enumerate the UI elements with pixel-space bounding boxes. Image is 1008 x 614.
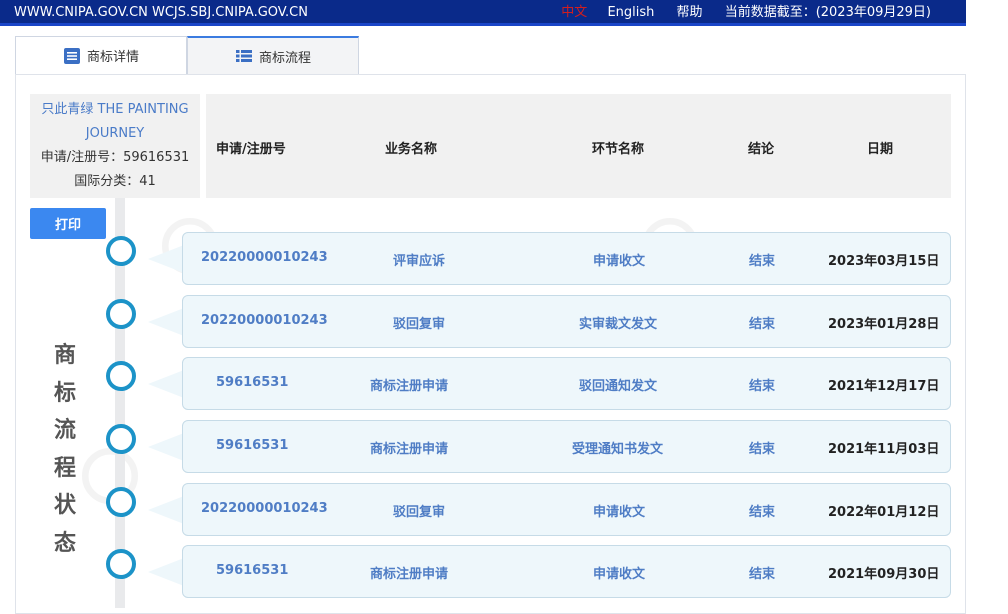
row-date: 2023年03月15日	[828, 254, 940, 269]
process-row: 59616531 商标注册申请 受理通知书发文 结束 2021年11月03日	[182, 420, 951, 473]
row-date: 2021年09月30日	[828, 567, 940, 582]
header-business-name: 业务名称	[385, 142, 438, 157]
trademark-info-box: 只此青绿 THE PAINTING JOURNEY 申请/注册号：5961653…	[30, 94, 200, 198]
row-date: 2023年01月28日	[828, 317, 940, 332]
row-step: 驳回通知发文	[579, 379, 658, 394]
process-row: 59616531 商标注册申请 驳回通知发文 结束 2021年12月17日	[182, 357, 951, 410]
row-result: 结束	[749, 442, 776, 457]
data-as-of: 当前数据截至：(2023年09月29日)	[724, 5, 931, 20]
timeline-pointer	[148, 433, 184, 461]
row-result: 结束	[749, 505, 776, 520]
tab-label: 商标详情	[86, 50, 139, 65]
row-business: 商标注册申请	[370, 379, 449, 394]
row-step: 受理通知书发文	[572, 442, 664, 457]
row-reg-no[interactable]: 20220000010243	[201, 313, 328, 328]
row-business: 评审应诉	[393, 254, 446, 269]
row-result: 结束	[749, 317, 776, 332]
row-reg-no[interactable]: 20220000010243	[201, 501, 328, 516]
side-title-char: 态	[53, 530, 76, 556]
timeline-pointer	[148, 308, 184, 336]
timeline-dot	[106, 299, 136, 329]
side-title: 商 标 流 程 状 态	[50, 337, 80, 562]
header-date: 日期	[867, 142, 894, 157]
process-row: 20220000010243 驳回复审 实审裁文发文 结束 2023年01月28…	[182, 295, 951, 348]
help-link[interactable]: 帮助	[677, 5, 703, 20]
tab-trademark-process[interactable]: 商标流程	[187, 36, 359, 74]
row-business: 商标注册申请	[370, 442, 449, 457]
timeline-pointer	[148, 558, 184, 586]
tab-label: 商标流程	[258, 50, 311, 66]
table-header: 申请/注册号 业务名称 环节名称 结论 日期	[206, 94, 951, 198]
row-reg-no[interactable]: 59616531	[216, 563, 288, 578]
side-title-char: 流	[53, 418, 76, 443]
timeline-dot	[106, 361, 136, 391]
timeline-pointer	[148, 245, 184, 273]
timeline-dot	[106, 549, 136, 579]
side-title-char: 状	[53, 493, 76, 518]
row-business: 驳回复审	[393, 317, 446, 332]
print-button[interactable]: 打印	[30, 208, 106, 239]
row-reg-no[interactable]: 20220000010243	[201, 250, 328, 265]
header-reg-no: 申请/注册号	[216, 142, 286, 157]
timeline-dot	[106, 236, 136, 266]
trademark-reg-no: 申请/注册号：59616531	[40, 150, 190, 165]
row-reg-no[interactable]: 59616531	[216, 438, 288, 453]
lang-en-link[interactable]: English	[607, 5, 654, 20]
tab-trademark-details[interactable]: 商标详情	[15, 36, 187, 74]
row-reg-no[interactable]: 59616531	[216, 375, 288, 390]
timeline-dot	[106, 424, 136, 454]
list-icon	[235, 50, 252, 62]
process-row: 20220000010243 评审应诉 申请收文 结束 2023年03月15日	[182, 232, 951, 285]
row-date: 2022年01月12日	[828, 505, 940, 520]
trademark-name[interactable]: 只此青绿 THE PAINTING JOURNEY	[30, 94, 200, 146]
row-business: 商标注册申请	[370, 567, 449, 582]
row-step: 实审裁文发文	[579, 317, 658, 332]
lang-zh-link[interactable]: 中文	[561, 5, 587, 20]
side-title-char: 程	[53, 455, 76, 481]
process-row: 59616531 商标注册申请 申请收文 结束 2021年09月30日	[182, 545, 951, 598]
row-result: 结束	[749, 379, 776, 394]
timeline-dot	[106, 487, 136, 517]
top-bar-links: 中文 English 帮助 当前数据截至：(2023年09月29日)	[545, 0, 931, 25]
row-date: 2021年11月03日	[828, 442, 940, 457]
process-row: 20220000010243 驳回复审 申请收文 结束 2022年01月12日	[182, 483, 951, 536]
trademark-class: 国际分类：41	[74, 174, 156, 189]
row-step: 申请收文	[593, 505, 646, 520]
header-result: 结论	[748, 142, 775, 157]
side-title-char: 商	[53, 343, 76, 368]
side-title-char: 标	[53, 380, 76, 406]
row-step: 申请收文	[593, 254, 646, 269]
timeline-pointer	[148, 496, 184, 524]
top-bar: WWW.CNIPA.GOV.CN WCJS.SBJ.CNIPA.GOV.CN 中…	[0, 0, 966, 26]
row-result: 结束	[749, 567, 776, 582]
site-domains[interactable]: WWW.CNIPA.GOV.CN WCJS.SBJ.CNIPA.GOV.CN	[14, 0, 308, 25]
row-step: 申请收文	[593, 567, 646, 582]
document-icon	[63, 47, 80, 64]
row-result: 结束	[749, 254, 776, 269]
timeline-pointer	[148, 370, 184, 398]
header-step-name: 环节名称	[592, 142, 645, 157]
row-date: 2021年12月17日	[828, 379, 940, 394]
row-business: 驳回复审	[393, 505, 446, 520]
